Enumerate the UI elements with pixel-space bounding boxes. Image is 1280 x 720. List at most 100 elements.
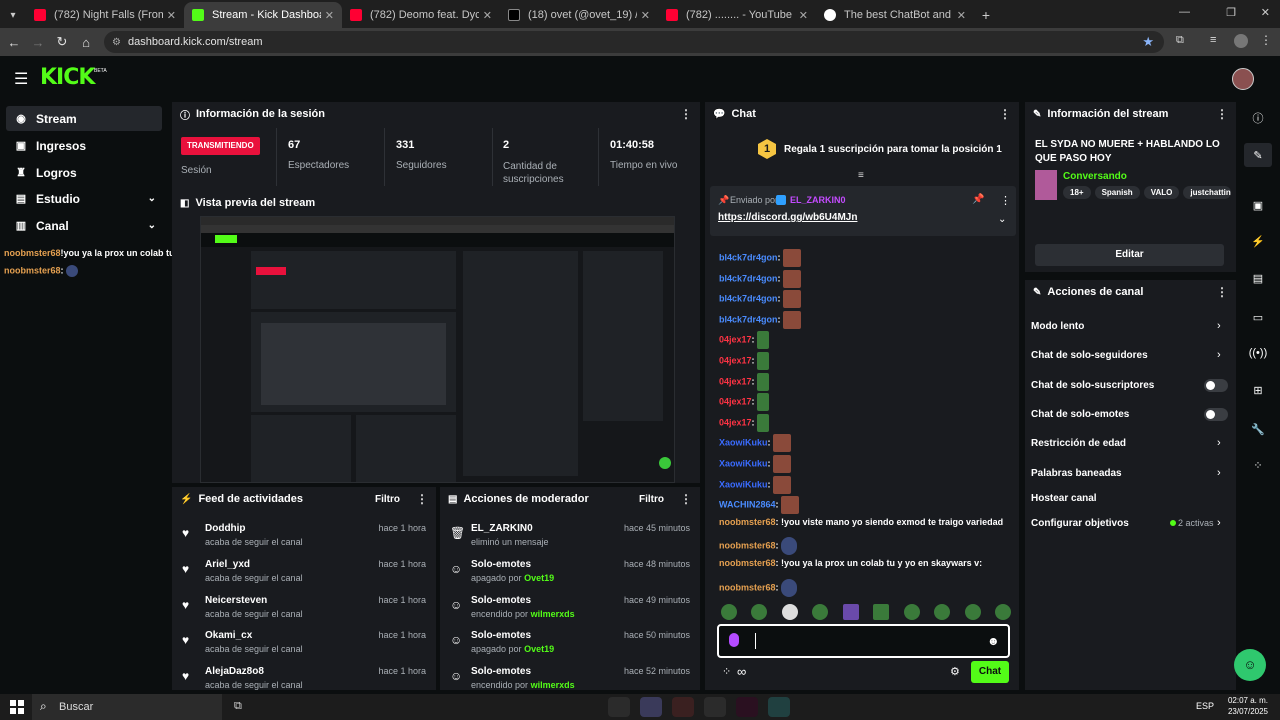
emote-button[interactable]	[721, 604, 737, 620]
hamburger-menu-icon[interactable]: ☰	[14, 69, 28, 89]
chevron-right-icon[interactable]: ›	[1217, 349, 1221, 361]
language-indicator[interactable]: ESP	[1196, 701, 1214, 711]
emote-button[interactable]	[781, 604, 798, 620]
site-info-icon[interactable]: ⚙	[112, 37, 121, 48]
broadcast-icon[interactable]: ((•))	[1244, 341, 1272, 365]
kebab-menu-icon[interactable]: ⋮	[416, 492, 428, 506]
task-view-icon[interactable]: ⧉	[234, 700, 242, 713]
emote-button[interactable]	[964, 604, 981, 620]
kick-logo[interactable]: KICK	[40, 65, 95, 90]
clipboard-icon[interactable]: ▤	[1244, 266, 1272, 290]
list-item[interactable]: ♥ Okami_cx acaba de seguir el canal hace 1 …	[172, 627, 436, 661]
close-icon[interactable]: ✕	[325, 9, 334, 22]
list-item[interactable]: ♥ Neicersteven acaba de seguir el canal hac…	[172, 592, 436, 626]
camera-icon[interactable]: ▣	[1244, 193, 1272, 217]
slow-mode-action[interactable]: Modo lento	[1031, 321, 1084, 332]
bookmark-star-icon[interactable]: ★	[1142, 34, 1154, 50]
bolt-icon[interactable]: ⚡	[1244, 229, 1272, 253]
back-icon[interactable]: ←	[2, 35, 26, 50]
app-taskbar-icon[interactable]	[768, 697, 790, 717]
banned-words-action[interactable]: Palabras baneadas	[1031, 468, 1122, 479]
app-taskbar-icon[interactable]	[640, 697, 662, 717]
pencil-icon[interactable]: ✎	[1244, 143, 1272, 167]
gift-sub-prompt[interactable]: Regala 1 suscripción para tomar la posic…	[784, 144, 1002, 155]
list-item[interactable]: ♥ AlejaDaz8o8 acaba de seguir el canal hace…	[172, 663, 436, 690]
subscribers-only-toggle[interactable]	[1204, 379, 1228, 392]
mod-name[interactable]: wilmerxds	[531, 609, 575, 619]
close-icon[interactable]: ✕	[167, 9, 176, 22]
emoji-picker-icon[interactable]: ☻	[987, 634, 1000, 648]
pinned-user[interactable]: EL_ZARKIN0	[790, 195, 846, 205]
restore-icon[interactable]: ❐	[1226, 6, 1236, 19]
chat-username[interactable]: bl4ck7dr4gon	[719, 294, 778, 304]
kebab-menu-icon[interactable]: ⋮	[680, 107, 692, 121]
emote-button[interactable]	[812, 604, 829, 620]
chat-username[interactable]: XaowiKuku	[719, 438, 768, 448]
browser-tab-4[interactable]: (18) ovet (@ovet_19) / X ✕	[500, 2, 658, 28]
kebab-menu-icon[interactable]: ⋮	[1000, 194, 1011, 207]
address-bar[interactable]: ⚙ dashboard.kick.com/stream ★	[104, 31, 1164, 53]
chat-username[interactable]: 04jex17	[719, 335, 752, 345]
tag[interactable]: 18+	[1063, 186, 1091, 199]
minimize-icon[interactable]: —	[1179, 6, 1190, 18]
list-item[interactable]: ☺ Solo-emotes encendido por wilmerxds hace …	[440, 663, 700, 690]
kebab-menu-icon[interactable]: ⋮	[999, 107, 1011, 121]
edit-stream-button[interactable]: Editar	[1035, 244, 1224, 266]
reload-icon[interactable]: ↻	[50, 34, 74, 50]
age-restriction-action[interactable]: Restricción de edad	[1031, 438, 1126, 449]
chat-username[interactable]: 04jex17	[719, 355, 752, 365]
chat-username[interactable]: bl4ck7dr4gon	[719, 273, 778, 283]
chevron-right-icon[interactable]: ›	[1217, 467, 1221, 479]
chevron-right-icon[interactable]: ›	[1217, 517, 1221, 529]
list-item[interactable]: 🗑 EL_ZARKIN0 eliminó un mensaje hace 45 min…	[440, 520, 700, 554]
tab-list-icon[interactable]: ▾	[0, 2, 26, 28]
chevron-right-icon[interactable]: ›	[1217, 437, 1221, 449]
followers-only-action[interactable]: Chat de solo-seguidores	[1031, 350, 1148, 361]
start-icon[interactable]	[10, 700, 24, 714]
mod-name[interactable]: Ovet19	[524, 573, 554, 583]
browser-menu-icon[interactable]: ⋮	[1260, 33, 1272, 47]
close-icon[interactable]: ✕	[957, 9, 966, 22]
list-item[interactable]: ☺ Solo-emotes apagado por Ovet19 hace 50 mi…	[440, 627, 700, 661]
filter-button[interactable]: Filtro	[375, 494, 400, 505]
shapes-icon[interactable]: ⁘	[1244, 453, 1272, 477]
chat-username[interactable]: noobmster68	[719, 582, 776, 592]
microphone-icon[interactable]	[729, 633, 739, 647]
filter-button[interactable]: Filtro	[639, 494, 664, 505]
emote-button[interactable]	[903, 604, 920, 620]
nav-item-estudio[interactable]: ▤ Estudio ⌄	[6, 186, 162, 211]
emote-button[interactable]	[873, 604, 890, 620]
gear-icon[interactable]: ⚙	[950, 665, 960, 678]
tag[interactable]: VALO	[1143, 186, 1180, 199]
list-item[interactable]: ♥ Doddhip acaba de seguir el canal hace 1 h…	[172, 520, 436, 554]
user-avatar[interactable]	[1232, 68, 1254, 90]
clock-time[interactable]: 02:07 a. m.	[1224, 696, 1268, 705]
browser-tab-6[interactable]: The best ChatBot and Widgets ✕	[816, 2, 974, 28]
browser-tab-5[interactable]: (782) ........ - YouTube ✕	[658, 2, 816, 28]
stream-preview-video[interactable]	[200, 216, 675, 483]
tiktok-taskbar-icon[interactable]	[736, 697, 758, 717]
clock-date[interactable]: 23/07/2025	[1224, 707, 1268, 716]
chat-username[interactable]: 04jex17	[719, 376, 752, 386]
kebab-menu-icon[interactable]: ⋮	[680, 492, 692, 506]
category-thumbnail[interactable]	[1035, 170, 1057, 200]
extensions-icon[interactable]: ⧉	[1176, 34, 1184, 47]
emotes-only-toggle[interactable]	[1204, 408, 1228, 421]
chat-input[interactable]: ☻	[717, 624, 1010, 658]
chat-username[interactable]: bl4ck7dr4gon	[719, 252, 778, 262]
chevron-right-icon[interactable]: ›	[1217, 320, 1221, 332]
host-channel-action[interactable]: Hostear canal	[1031, 493, 1097, 504]
list-item[interactable]: ♥ Ariel_yxd acaba de seguir el canal hace 1…	[172, 556, 436, 590]
browser-tab-1[interactable]: (782) Night Falls (From "Desce ✕	[26, 2, 184, 28]
chat-username[interactable]: noobmster68	[719, 558, 776, 568]
github-taskbar-icon[interactable]	[704, 697, 726, 717]
category-name[interactable]: Conversando	[1063, 171, 1127, 182]
layout-icon[interactable]: ⊞	[1244, 378, 1272, 402]
close-icon[interactable]: ✕	[641, 9, 650, 22]
home-icon[interactable]: ⌂	[74, 35, 98, 50]
forward-icon[interactable]: →	[26, 35, 50, 50]
chat-username[interactable]: XaowiKuku	[719, 458, 768, 468]
chat-username[interactable]: 04jex17	[719, 397, 752, 407]
emote-button[interactable]	[751, 604, 768, 620]
nav-item-ingresos[interactable]: ▣ Ingresos	[6, 133, 162, 158]
